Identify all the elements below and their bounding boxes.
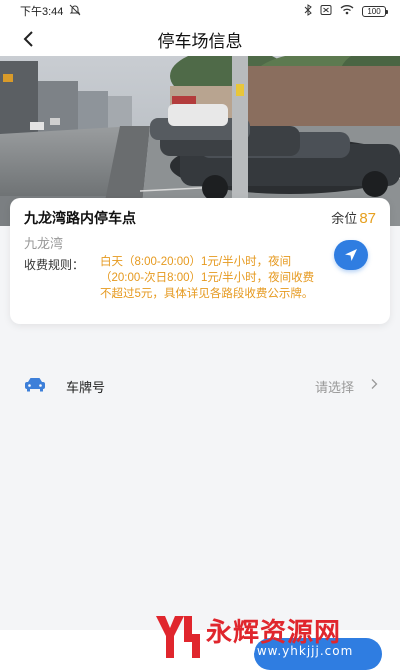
parking-district: 九龙湾 (24, 236, 64, 251)
plate-label: 车牌号 (66, 380, 106, 395)
page-title: 停车场信息 (157, 31, 243, 51)
status-time: 下午3:44 (20, 6, 64, 18)
navigate-button[interactable] (334, 240, 368, 270)
dnd-off-icon (69, 4, 81, 19)
plate-select-placeholder: 请选择 (314, 380, 354, 395)
status-bar: 下午3:44 100 (0, 0, 400, 22)
watermark: 永辉资源网 www.yhkjjj.com (150, 606, 390, 670)
fee-rules-label: 收费规则： (24, 258, 85, 272)
back-arrow-icon (23, 31, 33, 47)
sim-off-icon (320, 4, 332, 19)
available-spaces: 余位 87 (331, 208, 376, 227)
battery-indicator: 100 (362, 5, 388, 17)
watermark-url: www.yhkjjj.com (246, 644, 354, 658)
spaces-count: 87 (359, 210, 376, 227)
parking-name: 九龙湾路内停车点 (24, 210, 136, 226)
license-plate-selector[interactable]: 车牌号 请选择 (0, 362, 400, 408)
fee-rules-text: 白天（8:00-20:00）1元/半小时，夜间（20:00-次日8:00）1元/… (100, 256, 315, 300)
car-icon (24, 376, 46, 397)
watermark-logo (156, 616, 200, 658)
top-app-bar: 停车场信息 (0, 22, 400, 56)
chevron-right-icon (370, 377, 378, 395)
navigation-arrow-icon (345, 249, 357, 261)
spaces-label: 余位 (331, 211, 358, 226)
back-button[interactable] (14, 25, 42, 53)
wifi-icon (340, 4, 354, 18)
parking-info-card: 九龙湾路内停车点 余位 87 九龙湾 收费规则： 白天（8:00-20:00）1… (10, 198, 390, 324)
bluetooth-icon (304, 3, 312, 19)
